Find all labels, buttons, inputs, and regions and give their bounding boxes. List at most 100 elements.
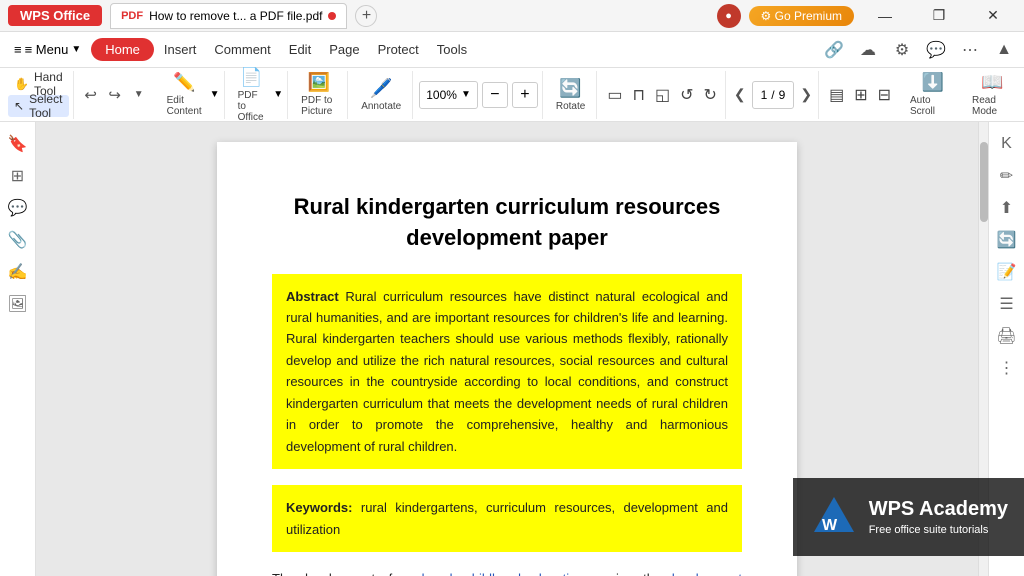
pdf-to-office-dropdown[interactable]: ▼ <box>273 89 283 100</box>
abstract-text: Rural curriculum resources have distinct… <box>286 289 728 454</box>
right-convert-icon[interactable]: 🔄 <box>993 226 1021 254</box>
redo-button[interactable]: ↪ <box>104 84 126 106</box>
menu-dropdown-icon: ▼ <box>71 44 81 55</box>
menu-protect[interactable]: Protect <box>370 38 427 61</box>
rotate-icon-3: ↻ <box>703 85 716 105</box>
page-separator: / <box>771 88 774 102</box>
keywords-block: Keywords: rural kindergartens, curriculu… <box>272 485 742 552</box>
toolbar: ✋ Hand Tool ↖ Select Tool ↩ ↪ ▼ ✏️ Edit … <box>0 68 1024 122</box>
scroll-thumb[interactable] <box>980 142 988 222</box>
body-paragraph-1: The development of rural early childhood… <box>272 571 742 576</box>
annotate-button[interactable]: 🖊️ Annotate <box>354 73 408 117</box>
right-icon-1[interactable]: K <box>993 130 1021 158</box>
chat-icon[interactable]: 💬 <box>922 36 950 64</box>
document-title: Rural kindergarten curriculum resources … <box>272 192 742 254</box>
more-icon[interactable]: ⋯ <box>956 36 984 64</box>
menu-comment[interactable]: Comment <box>206 38 278 61</box>
bookmark-icon[interactable]: 🔖 <box>4 130 32 158</box>
zoom-selector[interactable]: 100% ▼ <box>419 81 478 109</box>
current-page: 1 <box>761 88 768 102</box>
menu-edit[interactable]: Edit <box>281 38 319 61</box>
shape-tool-2[interactable]: ⊓ <box>628 73 648 117</box>
thumbnail-icon[interactable]: ⊞ <box>4 162 32 190</box>
user-avatar[interactable]: ● <box>717 4 741 28</box>
share-icon[interactable]: 🔗 <box>820 36 848 64</box>
image-sidebar-icon[interactable]: 🖼 <box>4 290 32 318</box>
right-annotate-icon[interactable]: 📝 <box>993 258 1021 286</box>
rotate-tool-3[interactable]: ↻ <box>699 73 720 117</box>
zoom-in-button[interactable]: + <box>512 82 538 108</box>
rotate-button[interactable]: 🔄 Rotate <box>549 73 592 117</box>
tab-title: How to remove t... a PDF file.pdf <box>149 9 322 23</box>
zoom-out-button[interactable]: − <box>482 82 508 108</box>
cloud-icon[interactable]: ☁ <box>854 36 882 64</box>
premium-icon: ⚙ <box>761 9 772 23</box>
attachment-icon[interactable]: 📎 <box>4 226 32 254</box>
view-mode-3[interactable]: ⊟ <box>874 73 895 117</box>
shape-tools-group: ▭ ⊓ ◱ ↺ ↻ <box>599 71 726 119</box>
menu-home[interactable]: Home <box>91 38 154 61</box>
cursor-icon: ↖ <box>14 99 24 113</box>
auto-scroll-button[interactable]: ⬇️ Auto Scroll <box>903 73 963 117</box>
maximize-button[interactable]: ❐ <box>916 0 962 32</box>
settings-icon[interactable]: ⚙ <box>888 36 916 64</box>
wps-academy-title: WPS Academy <box>869 495 1008 523</box>
abstract-block: Abstract Rural curriculum resources have… <box>272 274 742 470</box>
select-tool-button[interactable]: ↖ Select Tool <box>8 95 69 117</box>
menu-page[interactable]: Page <box>321 38 367 61</box>
wps-academy-text: WPS Academy Free office suite tutorials <box>869 495 1008 538</box>
document-tab[interactable]: PDF How to remove t... a PDF file.pdf <box>110 3 347 29</box>
read-mode-icon: 📖 <box>981 72 1003 93</box>
view-icon-2: ⊞ <box>854 85 867 105</box>
right-edit-icon[interactable]: ✏ <box>993 162 1021 190</box>
add-tab-button[interactable]: + <box>355 5 377 27</box>
hamburger-menu[interactable]: ≡ ≡ Menu ▼ <box>6 38 89 61</box>
rotate-tool-2[interactable]: ↺ <box>676 73 697 117</box>
pdf-to-picture-icon: 🖼️ <box>307 72 329 93</box>
pdf-icon: PDF <box>121 10 143 22</box>
document-page: Rural kindergarten curriculum resources … <box>217 142 797 576</box>
comment-sidebar-icon[interactable]: 💬 <box>4 194 32 222</box>
menu-bar: ≡ ≡ Menu ▼ Home Insert Comment Edit Page… <box>0 32 1024 68</box>
hand-icon: ✋ <box>14 77 29 91</box>
rotate-icon: 🔄 <box>559 78 581 99</box>
right-layout-icon[interactable]: ☰ <box>993 290 1021 318</box>
prev-page-button[interactable]: ❮ <box>732 86 748 103</box>
hand-select-tools: ✋ Hand Tool ↖ Select Tool <box>4 71 74 119</box>
close-button[interactable]: ✕ <box>970 0 1016 32</box>
undo-button[interactable]: ↩ <box>80 84 102 106</box>
annotate-icon: 🖊️ <box>370 78 392 99</box>
minimize-button[interactable]: — <box>862 0 908 32</box>
pdf-to-office-group: 📄 PDF to Office ▼ <box>227 71 289 119</box>
hamburger-icon: ≡ <box>14 42 22 57</box>
edit-content-button[interactable]: ✏️ Edit Content <box>160 73 209 117</box>
next-page-button[interactable]: ❯ <box>798 86 814 103</box>
auto-scroll-icon: ⬇️ <box>922 72 944 93</box>
pdf-to-picture-button[interactable]: 🖼️ PDF to Picture <box>294 73 343 117</box>
keywords-label: Keywords: <box>286 500 361 515</box>
zoom-group: 100% ▼ − + <box>415 71 543 119</box>
go-premium-button[interactable]: ⚙ Go Premium <box>749 6 854 26</box>
redo-dropdown[interactable]: ▼ <box>128 84 150 106</box>
menu-insert[interactable]: Insert <box>156 38 205 61</box>
view-mode-2[interactable]: ⊞ <box>850 73 871 117</box>
pdf-to-office-button[interactable]: 📄 PDF to Office <box>231 73 273 117</box>
read-mode-button[interactable]: 📖 Read Mode <box>965 73 1020 117</box>
menu-tools[interactable]: Tools <box>429 38 475 61</box>
right-print-icon[interactable]: 🖨 <box>993 322 1021 350</box>
right-more-icon[interactable]: ⋮ <box>993 354 1021 382</box>
view-icon-3: ⊟ <box>878 85 891 105</box>
shape-icon-1: ▭ <box>607 85 622 105</box>
page-indicator: 1 / 9 <box>752 81 795 109</box>
wps-logo-svg: W <box>809 492 859 542</box>
collapse-icon[interactable]: ▲ <box>990 36 1018 64</box>
undo-redo-group: ↩ ↪ ▼ <box>76 71 154 119</box>
shape-tool-3[interactable]: ◱ <box>651 73 674 117</box>
shape-tool-1[interactable]: ▭ <box>603 73 626 117</box>
signature-icon[interactable]: ✍ <box>4 258 32 286</box>
wps-academy-overlay: W WPS Academy Free office suite tutorial… <box>793 478 1024 556</box>
right-export-icon[interactable]: ⬆ <box>993 194 1021 222</box>
view-mode-1[interactable]: ▤ <box>825 73 848 117</box>
wps-logo-button[interactable]: WPS Office <box>8 5 102 26</box>
edit-content-dropdown[interactable]: ▼ <box>210 89 220 100</box>
